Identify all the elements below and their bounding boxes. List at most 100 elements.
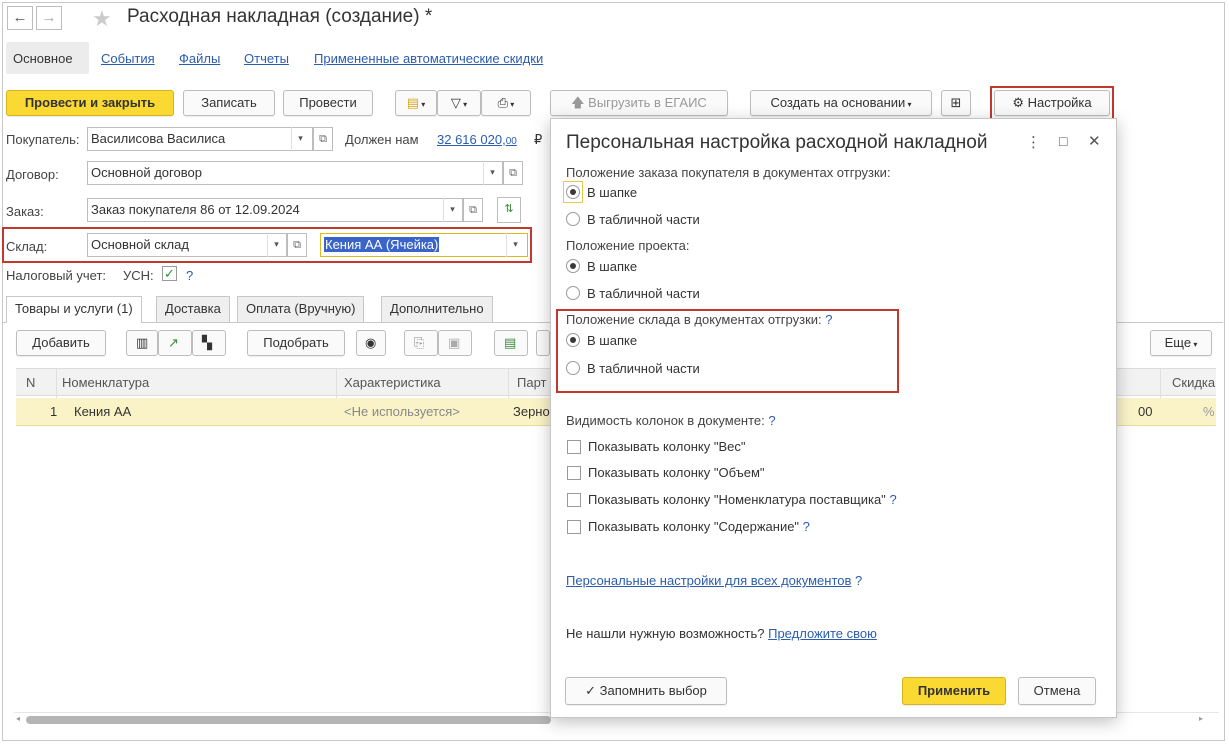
warehouse-table-radio[interactable] — [566, 361, 580, 375]
cell-item[interactable]: Кения АА — [74, 404, 131, 419]
barcode-icon: ▥ — [136, 335, 149, 350]
help-icon[interactable]: ? — [855, 573, 862, 588]
import-icon: ↗ — [168, 335, 179, 350]
hierarchy-icon: ⊞ — [950, 95, 962, 110]
cell-field[interactable]: Кения АА (Ячейка) — [320, 233, 528, 257]
close-icon[interactable]: ✕ — [1088, 132, 1101, 150]
scroll-left-icon[interactable]: ◂ — [16, 714, 20, 723]
warehouse-header-label: В шапке — [587, 333, 638, 348]
scrollbar-thumb[interactable] — [26, 716, 551, 724]
tab-discounts[interactable]: Примененные автоматические скидки — [314, 51, 543, 66]
col-discount[interactable]: Скидка — [1172, 375, 1215, 390]
all-docs-link[interactable]: Персональные настройки для всех документ… — [566, 573, 851, 588]
import-button[interactable]: ↗ — [158, 330, 192, 356]
help-icon[interactable]: ? — [825, 312, 832, 327]
cell-discount[interactable]: % — [1203, 404, 1215, 419]
paste-icon: ▣ — [448, 335, 461, 350]
chevron-down-icon[interactable]: ▾ — [291, 127, 309, 151]
col-batch[interactable]: Парт — [517, 375, 546, 390]
col-characteristic[interactable]: Характеристика — [344, 375, 441, 390]
fill-button[interactable]: ▤ — [494, 330, 528, 356]
suggest-link[interactable]: Предложите свою — [768, 626, 877, 641]
apply-button[interactable]: Применить — [902, 677, 1006, 705]
scan-button[interactable]: ▚ — [192, 330, 226, 356]
warehouse-label: Склад: — [6, 239, 48, 254]
tax-checkbox[interactable]: ✓ — [162, 266, 177, 281]
help-icon[interactable]: ? — [186, 268, 193, 283]
volume-checkbox[interactable] — [567, 466, 581, 480]
add-button[interactable]: Добавить — [16, 330, 106, 356]
chevron-down-icon[interactable]: ▾ — [267, 233, 285, 257]
warehouse-header-radio[interactable] — [566, 333, 580, 347]
order-field[interactable]: Заказ покупателя 86 от 12.09.2024 — [87, 198, 463, 222]
warehouse-field[interactable]: Основной склад — [87, 233, 287, 257]
content-checkbox[interactable] — [567, 520, 581, 534]
back-button[interactable]: ← — [7, 6, 33, 30]
tab-files[interactable]: Файлы — [179, 51, 220, 66]
save-button[interactable]: Записать — [183, 90, 275, 116]
tab-reports[interactable]: Отчеты — [244, 51, 289, 66]
more-menu-icon[interactable]: ⋮ — [1026, 133, 1041, 151]
structure-button[interactable]: ⊞ — [941, 90, 971, 116]
post-close-button[interactable]: Провести и закрыть — [6, 90, 174, 116]
star-icon[interactable]: ★ — [92, 6, 112, 32]
warehouse-position-text: Положение склада в документах отгрузки: — [566, 312, 822, 327]
maximize-icon[interactable]: □ — [1059, 133, 1067, 149]
cell-amount[interactable]: 00 — [1138, 404, 1152, 419]
barcode-button[interactable]: ▥ — [126, 330, 158, 356]
cell-n: 1 — [50, 404, 58, 419]
buyer-field[interactable]: Василисова Василиса — [87, 127, 313, 151]
help-icon[interactable]: ? — [803, 519, 810, 534]
tab-main[interactable]: Основное — [13, 51, 73, 66]
visibility-text: Видимость колонок в документе: — [566, 413, 765, 428]
fill-from-order-icon[interactable]: ⇅ — [497, 197, 521, 223]
col-item[interactable]: Номенклатура — [62, 375, 149, 390]
currency-symbol: ₽ — [534, 132, 543, 147]
open-icon[interactable]: ⧉ — [463, 198, 483, 222]
project-header-radio[interactable] — [566, 259, 580, 273]
warehouse-table-label: В табличной части — [587, 361, 700, 376]
cell-batch[interactable]: Зерно — [513, 404, 550, 419]
create-based-button[interactable]: Создать на основании ▾ — [750, 90, 932, 116]
paste-button[interactable]: ▣ — [438, 330, 472, 356]
print-forms-button[interactable]: ▤ ▾ — [395, 90, 437, 116]
tab-goods[interactable]: Товары и услуги (1) — [6, 296, 142, 323]
cancel-button[interactable]: Отмена — [1018, 677, 1096, 705]
tab-delivery[interactable]: Доставка — [156, 296, 230, 322]
open-icon[interactable]: ⧉ — [287, 233, 307, 257]
chevron-down-icon[interactable]: ▾ — [483, 161, 501, 185]
col-n[interactable]: N — [26, 375, 35, 390]
chevron-down-icon[interactable]: ▾ — [506, 233, 524, 257]
supplier-item-checkbox[interactable] — [567, 493, 581, 507]
cell-value: Кения АА (Ячейка) — [324, 237, 440, 252]
all-docs-settings: Персональные настройки для всех документ… — [566, 573, 862, 588]
chevron-down-icon[interactable]: ▾ — [443, 198, 461, 222]
open-icon[interactable]: ⧉ — [313, 127, 333, 151]
tab-payment[interactable]: Оплата (Вручную) — [237, 296, 365, 322]
tab-events[interactable]: События — [101, 51, 155, 66]
order-header-radio[interactable] — [566, 185, 580, 199]
print-button[interactable]: ⎙ ▾ — [481, 90, 531, 116]
more-tools-button[interactable] — [536, 330, 550, 356]
debt-value[interactable]: 32 616 020,00 — [437, 132, 517, 147]
forward-button[interactable]: → — [36, 6, 62, 30]
more-button[interactable]: Еще ▾ — [1150, 330, 1212, 356]
contract-field[interactable]: Основной договор — [87, 161, 503, 185]
copy-button[interactable]: ⎘ — [404, 330, 438, 356]
remember-button[interactable]: ✓ Запомнить выбор — [565, 677, 727, 705]
post-button[interactable]: Провести — [283, 90, 373, 116]
pick-button[interactable]: Подобрать — [247, 330, 345, 356]
cell-characteristic[interactable]: <Не используется> — [344, 404, 460, 419]
help-icon[interactable]: ? — [768, 413, 775, 428]
view-button[interactable]: ◉ — [356, 330, 386, 356]
open-icon[interactable]: ⧉ — [503, 161, 523, 185]
order-table-radio[interactable] — [566, 212, 580, 226]
buyer-label: Покупатель: — [6, 132, 80, 147]
scroll-right-icon[interactable]: ▸ — [1199, 714, 1203, 723]
tab-additional[interactable]: Дополнительно — [381, 296, 493, 322]
filter-button[interactable]: ▽ ▾ — [437, 90, 481, 116]
weight-checkbox[interactable] — [567, 440, 581, 454]
project-table-radio[interactable] — [566, 286, 580, 300]
egais-button[interactable]: 🡅 Выгрузить в ЕГАИС — [550, 90, 728, 116]
help-icon[interactable]: ? — [889, 492, 896, 507]
